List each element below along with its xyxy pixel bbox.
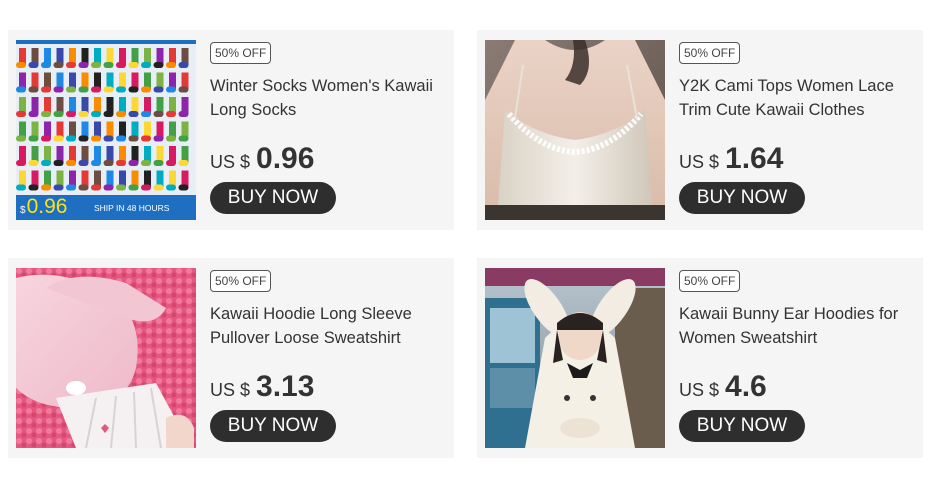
banner-price: 0.96: [26, 195, 68, 218]
product-price: US $3.13: [210, 370, 314, 404]
discount-badge: 50% OFF: [679, 42, 741, 64]
price-value: 1.64: [725, 142, 784, 175]
product-image-cami-top[interactable]: [485, 40, 665, 220]
price-currency: US $: [210, 380, 251, 400]
buy-now-button[interactable]: BUY NOW: [679, 410, 805, 442]
product-image-hoodie[interactable]: [16, 268, 196, 448]
product-card-socks[interactable]: $0.96 SHIP IN 48 HOURS 50% OFF Winter So…: [8, 30, 454, 230]
product-price: US $1.64: [679, 142, 783, 176]
product-title[interactable]: Winter Socks Women's Kawaii Long Socks: [210, 74, 446, 122]
product-image-socks[interactable]: $0.96 SHIP IN 48 HOURS: [16, 40, 196, 220]
product-card-cami-top[interactable]: 50% OFF Y2K Cami Tops Women Lace Trim Cu…: [477, 30, 923, 230]
product-card-bunny-hoodie[interactable]: 50% OFF Kawaii Bunny Ear Hoodies for Wom…: [477, 258, 923, 458]
discount-badge: 50% OFF: [210, 42, 272, 64]
price-currency: US $: [679, 152, 720, 172]
price-value: 0.96: [256, 142, 315, 175]
product-title[interactable]: Kawaii Hoodie Long Sleeve Pullover Loose…: [210, 302, 446, 350]
price-value: 3.13: [256, 370, 315, 403]
price-currency: US $: [210, 152, 251, 172]
discount-badge: 50% OFF: [210, 270, 272, 292]
product-price: US $4.6: [679, 370, 767, 404]
buy-now-button[interactable]: BUY NOW: [679, 182, 805, 214]
buy-now-button[interactable]: BUY NOW: [210, 410, 336, 442]
product-title[interactable]: Kawaii Bunny Ear Hoodies for Women Sweat…: [679, 302, 915, 350]
product-card-hoodie[interactable]: 50% OFF Kawaii Hoodie Long Sleeve Pullov…: [8, 258, 454, 458]
banner-shipping-text: SHIP IN 48 HOURS: [94, 203, 170, 213]
price-currency: US $: [679, 380, 720, 400]
price-value: 4.6: [725, 370, 767, 403]
product-price: US $0.96: [210, 142, 314, 176]
buy-now-button[interactable]: BUY NOW: [210, 182, 336, 214]
banner-dollar: $: [20, 205, 26, 216]
discount-badge: 50% OFF: [679, 270, 741, 292]
product-image-bunny-hoodie[interactable]: [485, 268, 665, 448]
product-title[interactable]: Y2K Cami Tops Women Lace Trim Cute Kawai…: [679, 74, 915, 122]
